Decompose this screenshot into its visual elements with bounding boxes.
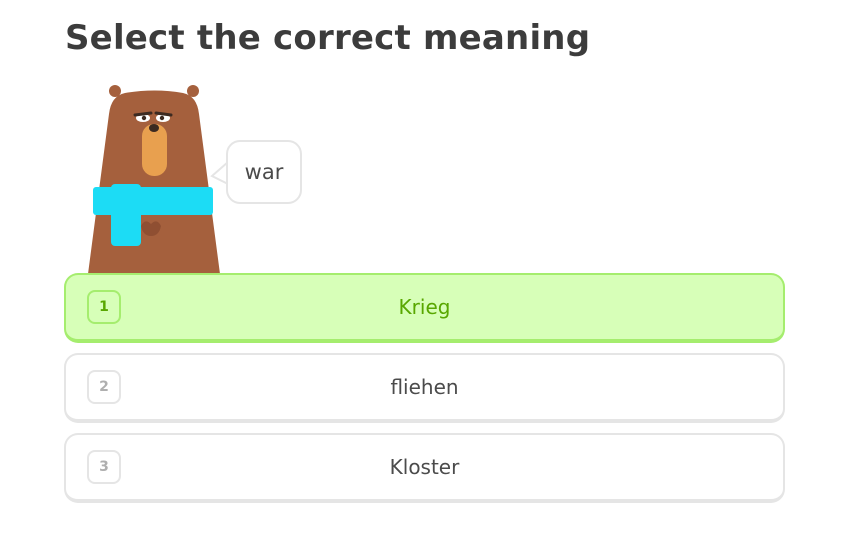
- bear-character-illustration: [88, 85, 220, 274]
- answer-option-2[interactable]: 2 fliehen: [64, 353, 785, 423]
- answer-number-badge: 1: [87, 290, 121, 324]
- answer-number-badge: 3: [87, 450, 121, 484]
- speech-bubble[interactable]: war: [226, 140, 302, 204]
- answer-option-1[interactable]: 1 Krieg: [64, 273, 785, 343]
- speech-bubble-word: war: [244, 160, 284, 184]
- bear-nose: [149, 124, 159, 132]
- answer-label: Kloster: [389, 455, 460, 479]
- answer-options: 1 Krieg 2 fliehen 3 Kloster: [64, 273, 785, 513]
- exercise-screen: Select the correct meaning war 1 Krieg 2…: [0, 0, 865, 542]
- answer-label: fliehen: [390, 375, 459, 399]
- answer-option-3[interactable]: 3 Kloster: [64, 433, 785, 503]
- bear-scarf-tail: [111, 184, 141, 246]
- answer-number-badge: 2: [87, 370, 121, 404]
- bear-body: [88, 90, 220, 274]
- exercise-title: Select the correct meaning: [65, 18, 591, 58]
- answer-label: Krieg: [398, 295, 451, 319]
